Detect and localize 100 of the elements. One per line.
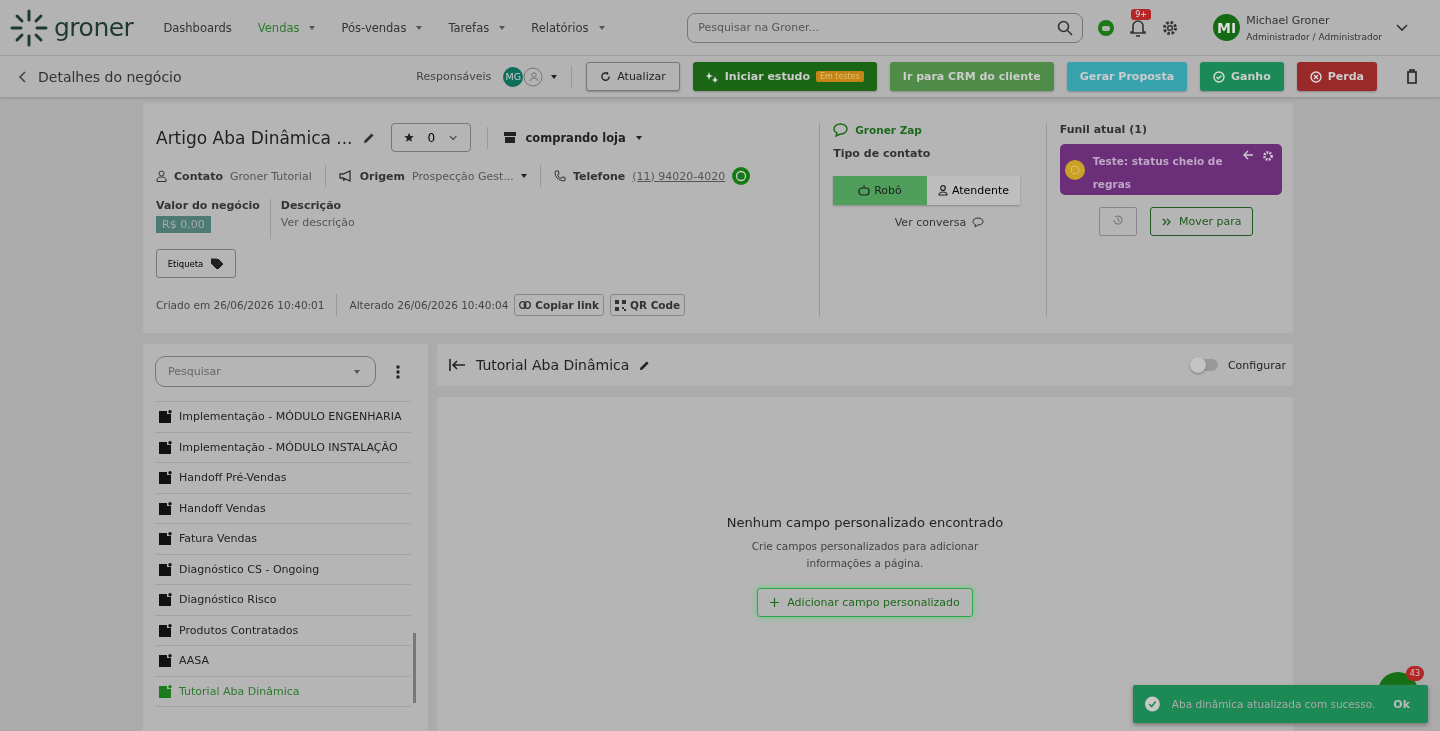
user-avatar[interactable]: MG — [503, 66, 524, 87]
origin-dropdown[interactable]: Prospecção Gest... — [412, 169, 514, 183]
pencil-icon[interactable] — [639, 359, 651, 371]
groner-zap-title: Groner Zap — [855, 124, 922, 136]
document-icon — [159, 532, 172, 546]
logo-icon — [10, 8, 48, 47]
sparkle-icon — [705, 70, 719, 83]
action-button[interactable]: Iniciar estudo Em testes — [692, 62, 877, 91]
tab-list-item[interactable]: Fatura Vendas — [155, 524, 411, 555]
contact-type-toggle[interactable]: Robô — [833, 176, 927, 205]
robot-icon — [858, 185, 871, 196]
back-icon[interactable] — [18, 70, 26, 83]
empty-state-title: Nenhum campo personalizado encontrado — [726, 515, 1004, 530]
collapse-left-icon[interactable] — [449, 359, 466, 371]
page-title: Detalhes do negócio — [38, 68, 182, 85]
plus-icon — [770, 598, 780, 607]
phone-label: Telefone — [572, 169, 626, 183]
deal-value: R$ 0,00 — [156, 216, 211, 233]
search-icon — [1057, 19, 1074, 36]
rating-dropdown[interactable]: 0 — [390, 123, 471, 152]
move-to-button[interactable]: Mover para — [1150, 207, 1254, 236]
configure-switch[interactable] — [1191, 359, 1218, 371]
action-button[interactable]: Atualizar — [586, 62, 680, 91]
tab-list-item[interactable]: Handoff Vendas — [155, 493, 411, 524]
user-name: Michael Groner — [1246, 13, 1331, 27]
empty-state-text: Crie campos personalizados para adicionar informações a página. — [750, 539, 980, 571]
nav-menu-item[interactable]: Dashboards — [157, 16, 238, 39]
user-role: Administrador / Administrador — [1246, 31, 1382, 42]
action-button[interactable]: Perda — [1296, 62, 1377, 91]
settings-icon[interactable] — [1261, 150, 1274, 162]
document-icon — [159, 654, 172, 668]
chat-bubble-icon — [833, 123, 849, 137]
double-chevron-right-icon — [1162, 217, 1172, 226]
tab-search-field[interactable]: Pesquisar — [155, 356, 376, 387]
notification-badge: 9+ — [1131, 8, 1151, 20]
trash-icon[interactable] — [1406, 69, 1418, 84]
tag-button[interactable]: Etiqueta — [156, 249, 236, 278]
person-icon — [937, 185, 948, 196]
tab-list-item[interactable]: Handoff Pré-Vendas — [155, 463, 411, 494]
funnel-title: Funil atual (1) — [1059, 123, 1148, 136]
check-circle-icon — [1213, 70, 1226, 83]
tab-list-item[interactable]: Produtos Contratados — [155, 615, 411, 646]
document-icon — [159, 471, 172, 485]
chevron-down-icon — [449, 134, 458, 141]
caret-icon — [499, 25, 506, 30]
phone-icon — [553, 170, 566, 182]
megaphone-icon — [338, 170, 353, 182]
bell-icon[interactable] — [1129, 17, 1148, 38]
more-vertical-icon[interactable] — [396, 364, 400, 379]
pencil-icon[interactable] — [362, 131, 375, 144]
nav-menu-item[interactable]: Pós-vendas — [335, 16, 429, 39]
arrow-left-icon[interactable] — [1242, 150, 1254, 160]
origin-label: Origem — [359, 169, 406, 183]
responsaveis-label: Responsáveis — [416, 70, 492, 83]
chat-bubble-icon — [972, 217, 985, 228]
contact-type-label: Tipo de contato — [833, 147, 932, 160]
toast-message: Aba dinâmica atualizada com sucesso. — [1171, 698, 1376, 710]
chat-badge: 43 — [1405, 666, 1424, 681]
modified-date: Alterado 26/06/2026 10:40:04 — [349, 299, 509, 311]
tab-title: Tutorial Aba Dinâmica — [476, 357, 630, 373]
document-icon — [159, 440, 172, 454]
stage-dropdown[interactable]: comprando loja — [525, 130, 626, 145]
caret-icon[interactable] — [354, 370, 360, 374]
caret-icon[interactable] — [520, 174, 527, 178]
deal-value-label: Valor do negócio — [156, 199, 260, 212]
check-circle-icon — [1145, 695, 1160, 713]
document-icon — [159, 623, 172, 637]
view-conversation-link[interactable]: Ver conversa — [888, 215, 991, 230]
phone-link[interactable]: (11) 94020-4020 — [632, 169, 726, 183]
add-custom-field-button[interactable]: Adicionar campo personalizado — [757, 588, 973, 617]
settings-icon[interactable] — [1161, 18, 1180, 37]
nav-menu-item[interactable]: Relatórios — [525, 16, 611, 39]
document-icon — [159, 593, 172, 607]
caret-icon — [309, 25, 316, 30]
tab-list-item[interactable]: Diagnóstico Risco — [155, 585, 411, 616]
history-icon — [1112, 214, 1125, 226]
caret-icon[interactable] — [635, 135, 642, 140]
qr-code-icon — [614, 299, 626, 311]
tab-list-item[interactable]: Implementação - MÓDULO INSTALAÇÃO — [155, 432, 411, 463]
tag-icon — [211, 257, 225, 270]
refresh-icon — [600, 71, 612, 82]
copy-link-button[interactable]: Copiar link — [514, 294, 604, 316]
qr-code-button[interactable]: QR Code — [609, 294, 686, 316]
caret-icon[interactable] — [551, 74, 558, 79]
person-icon — [156, 170, 167, 182]
document-icon — [159, 684, 172, 698]
nav-menu-item[interactable]: Tarefas — [442, 16, 512, 39]
contact-type-toggle[interactable]: Atendente — [926, 176, 1021, 205]
tab-list-item[interactable]: Diagnóstico CS - Ongoing — [155, 554, 411, 585]
tab-list-item[interactable]: Implementação - MÓDULO ENGENHARIA — [155, 402, 411, 433]
tab-list-item[interactable]: AASA — [155, 646, 411, 677]
user-avatar[interactable]: MI — [1213, 14, 1241, 41]
caret-icon — [416, 25, 423, 30]
description-link[interactable]: Ver descrição — [280, 216, 355, 229]
funnel-stage-card[interactable]: Teste: status cheio de regras — [1059, 144, 1282, 195]
search-field[interactable]: Pesquisar na Groner... — [687, 12, 1084, 43]
close-circle-icon — [1309, 70, 1322, 83]
chevron-down-icon[interactable] — [1396, 23, 1408, 32]
document-icon — [159, 562, 172, 576]
funnel-stage-name: Teste: status cheio de regras — [1092, 154, 1224, 192]
